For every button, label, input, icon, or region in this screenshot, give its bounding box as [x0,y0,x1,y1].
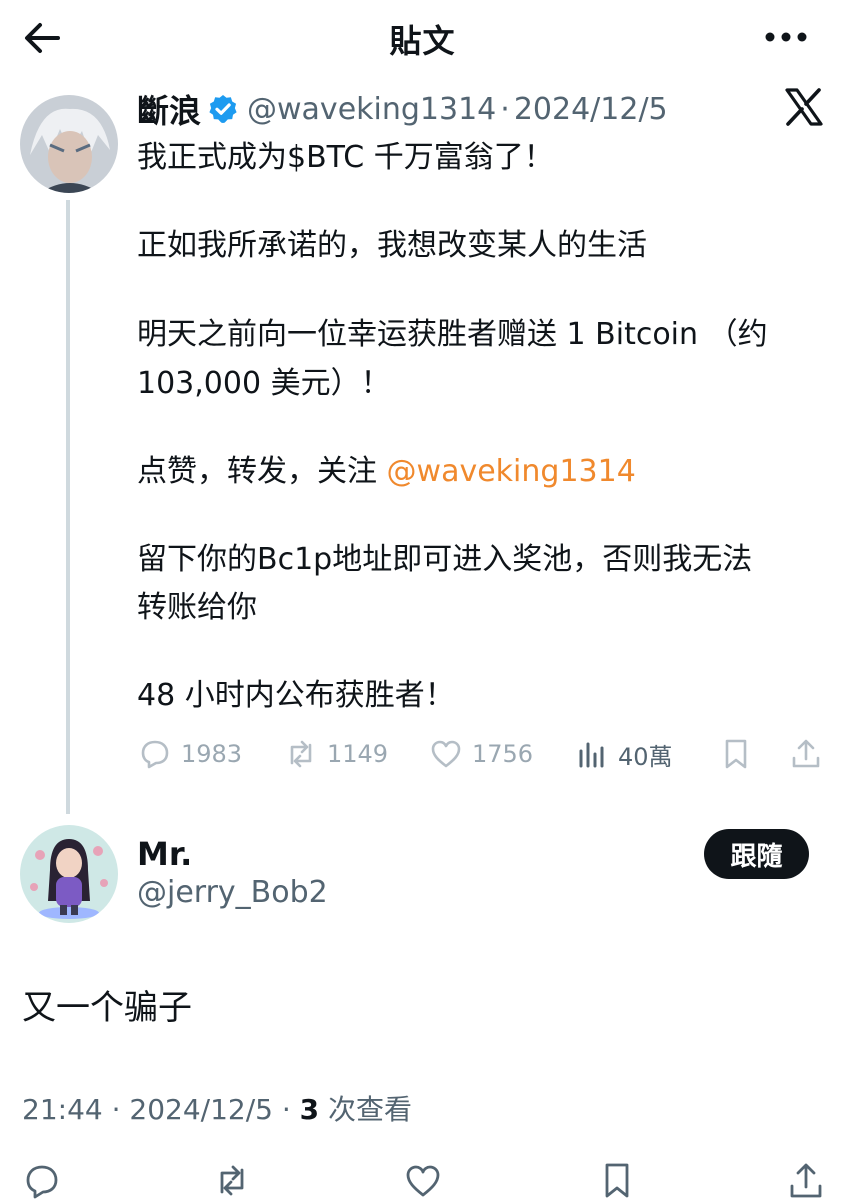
views-action[interactable]: 40萬 [576,732,673,776]
reply-text: 又一个骗子 [22,988,192,1028]
reply-count: 1983 [181,740,243,768]
repost-action[interactable]: 1149 [283,732,388,776]
x-logo-icon [785,88,823,126]
tweet-text-line: 点赞，转发，关注 @waveking1314 [137,450,636,494]
reply-views-label: 次查看 [319,1093,413,1126]
tweet-text-segment: 点赞，转发，关注 [137,454,387,489]
verified-badge-icon [209,95,237,123]
tweet-text-line: 我正式成为$BTC 千万富翁了！ [137,140,554,175]
separator-dot: · [500,91,510,127]
repost-icon [290,740,312,768]
reply-author-handle[interactable]: @jerry_Bob2 [137,875,328,910]
avatar[interactable] [20,825,118,923]
page-title: 貼文 [389,22,456,60]
tweet-text-line: 留下你的Bc1p地址即可进入奖池，否则我无法 [137,542,753,577]
thread-line [66,200,70,814]
tweet-text-line: 正如我所承诺的，我想改变某人的生活 [137,228,647,263]
tweet-text-line: 103,000 美元）！ [137,366,391,401]
bookmark-icon [725,739,747,769]
tweet-date[interactable]: 2024/12/5 [514,92,668,127]
views-icon [579,742,604,768]
follow-button[interactable]: 跟隨 [704,829,809,879]
author-handle[interactable]: @waveking1314 [247,92,496,127]
mention-link[interactable]: @waveking1314 [387,454,636,489]
share-icon [792,739,820,768]
bookmark-action[interactable] [718,732,754,776]
author-name[interactable]: 斷浪 [137,86,201,132]
views-count: 40萬 [618,742,673,771]
like-action[interactable]: 1756 [428,732,533,776]
reply-icon[interactable] [22,1160,62,1200]
avatar[interactable] [20,95,118,193]
repost-icon[interactable] [212,1160,252,1200]
more-horizontal-icon[interactable] [763,22,809,52]
like-icon [431,740,461,768]
share-icon[interactable] [786,1160,826,1200]
reply-author-name[interactable]: Mr. [137,835,192,873]
tweet-text-line: 转账给你 [137,590,257,625]
like-count: 1756 [472,740,534,768]
reply-action[interactable]: 1983 [137,732,242,776]
tweet-text-line: 明天之前向一位幸运获胜者赠送 1 Bitcoin （约 [137,317,768,352]
reply-meta: 21:44 · 2024/12/5 · 3 次查看 [22,1088,412,1128]
tweet-author-row: 斷浪 @waveking1314 · 2024/12/5 [137,86,668,132]
top-bar: 貼文 [0,0,845,76]
bookmark-icon[interactable] [597,1160,637,1200]
reply-timestamp[interactable]: 21:44 · 2024/12/5 · [22,1093,300,1126]
bottom-action-bar [0,1160,845,1200]
like-icon[interactable] [403,1160,443,1200]
repost-count: 1149 [327,740,389,768]
reply-views-count: 3 [299,1093,320,1126]
tweet-text-line: 48 小时内公布获胜者！ [137,678,455,713]
reply-icon [141,740,169,769]
share-action[interactable] [788,732,824,776]
